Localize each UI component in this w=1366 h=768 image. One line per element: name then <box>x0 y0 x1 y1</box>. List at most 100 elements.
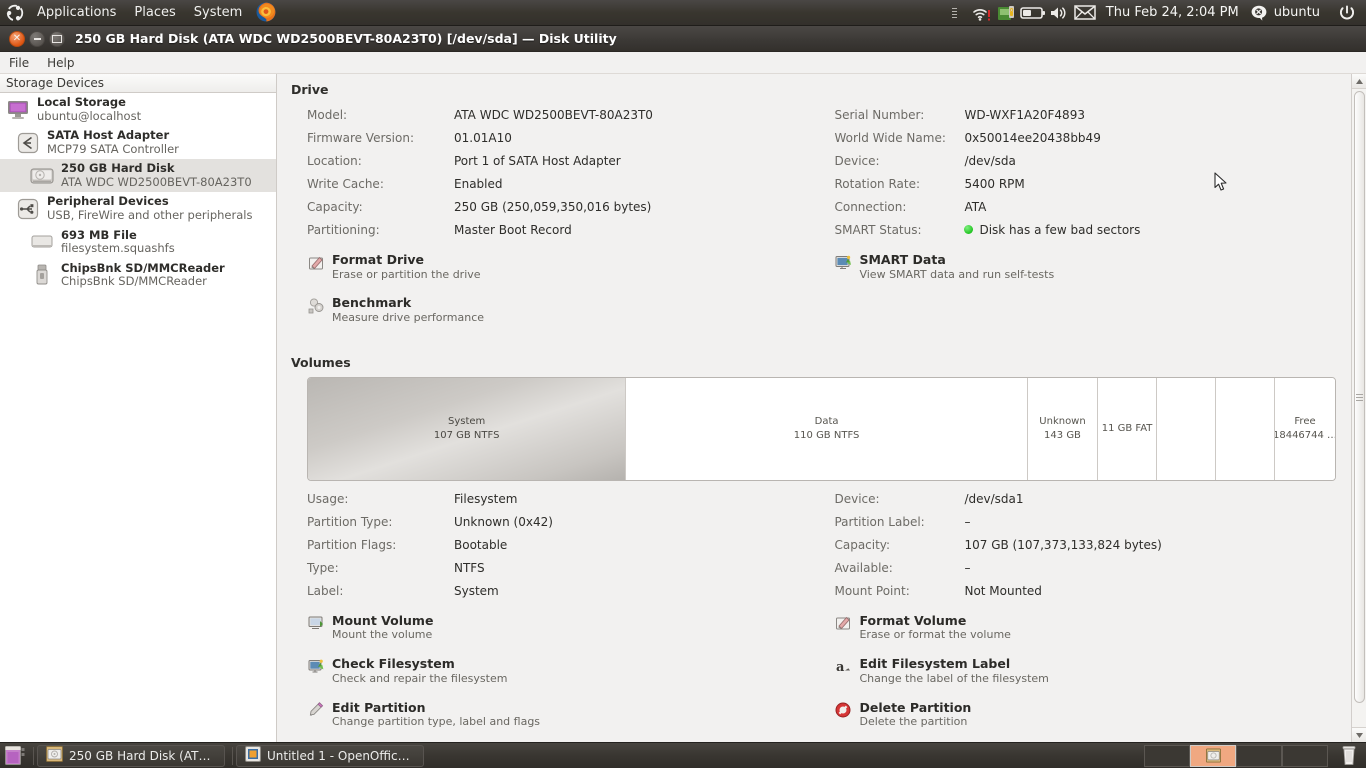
delete-partition-button[interactable]: Delete Partition Delete the partition <box>834 700 1352 729</box>
svg-text:a: a <box>836 660 845 674</box>
ubuntu-logo-icon[interactable] <box>2 0 28 26</box>
clock[interactable]: Thu Feb 24, 2:04 PM <box>1098 5 1247 20</box>
task-button-openoffice[interactable]: Untitled 1 - OpenOffic… <box>236 744 424 767</box>
volumes-bar: System 107 GB NTFS Data 110 GB NTFS Unkn… <box>307 376 1336 481</box>
sidebar-item-title: ChipsBnk SD/MMCReader <box>61 260 225 275</box>
action-sub: Measure drive performance <box>332 311 485 324</box>
smart-status-value: Disk has a few bad sectors <box>964 219 1352 242</box>
menu-help[interactable]: Help <box>38 52 83 74</box>
volume-segment-blank-1[interactable] <box>1157 377 1217 480</box>
volume-segment-unknown[interactable]: Unknown 143 GB <box>1027 377 1099 480</box>
scrollbar-track[interactable] <box>1351 89 1366 727</box>
menu-file[interactable]: File <box>0 52 38 74</box>
sidebar-item-250gb-hard-disk[interactable]: 250 GB Hard Disk ATA WDC WD2500BEVT-80A2… <box>0 159 276 193</box>
workspace-0[interactable] <box>1144 744 1190 767</box>
scroll-down-icon[interactable] <box>1351 727 1366 742</box>
action-sub: Check and repair the filesystem <box>332 671 508 685</box>
volumes-section-title: Volumes <box>291 354 351 370</box>
action-sub: Change the label of the filesystem <box>859 671 1049 685</box>
smart-status-text: Disk has a few bad sectors <box>979 223 1141 237</box>
network-manager-icon[interactable] <box>994 0 1020 26</box>
workspace-switcher[interactable] <box>1144 744 1328 767</box>
field-value: /dev/sda1 <box>964 491 1024 506</box>
volume-details-grid: Usage: Filesystem Partition Type: Unknow… <box>291 488 1352 603</box>
volume-icon[interactable] <box>1046 0 1072 26</box>
volume-info-left: Usage: Filesystem Partition Type: Unknow… <box>307 488 834 603</box>
volume-label: 11 GB FAT <box>1101 423 1153 434</box>
volume-segment-free[interactable]: Free 18446744 … <box>1275 377 1336 480</box>
show-desktop-icon[interactable] <box>3 745 27 767</box>
top-panel: Applications Places System Thu Feb 24, 2… <box>0 0 1366 26</box>
action-title: Format Drive <box>332 252 425 267</box>
action-title: Edit Filesystem Label <box>859 656 1011 672</box>
bottom-taskbar: 250 GB Hard Disk (AT… Untitled 1 - OpenO… <box>0 742 1366 768</box>
sidebar-item-693mb-file[interactable]: 693 MB File filesystem.squashfs <box>0 226 276 259</box>
mail-envelope-icon[interactable] <box>1072 0 1098 26</box>
edit-partition-button[interactable]: Edit Partition Change partition type, la… <box>307 700 834 729</box>
format-drive-button[interactable]: Format Drive Erase or partition the driv… <box>307 252 834 281</box>
window-title: 250 GB Hard Disk (ATA WDC WD2500BEVT-80A… <box>75 31 617 46</box>
sidebar-item-sub: ubuntu@localhost <box>37 108 142 123</box>
sidebar-item-chipsbnk-sd-mmcreader[interactable]: ChipsBnk SD/MMCReader ChipsBnk SD/MMCRea… <box>0 259 276 292</box>
field-value: Not Mounted <box>964 583 1042 598</box>
sidebar-item-sata-host-adapter[interactable]: SATA Host Adapter MCP79 SATA Controller <box>0 126 276 159</box>
field-label: Type: <box>307 560 339 575</box>
workspace-1[interactable] <box>1190 744 1236 767</box>
field-label: Capacity: <box>834 537 891 552</box>
storage-devices-sidebar: Storage Devices Local Storage ubuntu@loc… <box>0 74 277 742</box>
volume-segment-blank-2[interactable] <box>1216 377 1276 480</box>
workspace-2[interactable] <box>1236 744 1282 767</box>
task-button-disk-utility[interactable]: 250 GB Hard Disk (AT… <box>37 744 225 767</box>
field-label: Location: <box>307 154 362 168</box>
usb-stick-icon <box>30 263 54 287</box>
power-icon[interactable] <box>1334 0 1360 26</box>
sidebar-item-title: Peripheral Devices <box>47 194 169 209</box>
benchmark-button[interactable]: Benchmark Measure drive performance <box>307 295 834 324</box>
menu-places[interactable]: Places <box>125 0 184 26</box>
maximize-icon[interactable] <box>49 30 65 47</box>
sidebar-item-sub: MCP79 SATA Controller <box>47 141 179 156</box>
sidebar-item-sub: ChipsBnk SD/MMCReader <box>61 274 207 289</box>
sidebar-item-peripheral-devices[interactable]: Peripheral Devices USB, FireWire and oth… <box>0 192 276 225</box>
field-value: ATA WDC WD2500BEVT-80A23T0 <box>454 108 653 122</box>
drive-info-right: Serial Number: WD-WXF1A20F4893 World Wid… <box>834 104 1352 242</box>
trash-icon[interactable] <box>1336 744 1362 768</box>
field-value: Filesystem <box>454 491 518 506</box>
mount-volume-button[interactable]: Mount Volume Mount the volume <box>307 613 834 642</box>
scrollbar-thumb[interactable] <box>1353 91 1365 703</box>
volume-segment-fat[interactable]: 11 GB FAT <box>1098 377 1158 480</box>
task-label: Untitled 1 - OpenOffic… <box>267 748 410 763</box>
smart-data-button[interactable]: SMART Data View SMART data and run self-… <box>834 252 1352 281</box>
minimize-icon[interactable] <box>29 30 45 47</box>
scroll-up-icon[interactable] <box>1351 74 1366 89</box>
format-volume-button[interactable]: Format Volume Erase or format the volume <box>834 613 1352 642</box>
menu-applications[interactable]: Applications <box>28 0 125 26</box>
disk-utility-icon <box>46 746 63 765</box>
volume-segment-data[interactable]: Data 110 GB NTFS <box>626 377 1028 480</box>
main-vertical-scrollbar[interactable] <box>1351 74 1366 742</box>
sidebar-item-local-storage[interactable]: Local Storage ubuntu@localhost <box>0 93 276 126</box>
edit-filesystem-label-button[interactable]: a Edit Filesystem Label Change the label… <box>834 656 1352 685</box>
action-sub: View SMART data and run self-tests <box>859 267 1055 281</box>
field-value: /dev/sda <box>964 154 1016 168</box>
workspace-3[interactable] <box>1282 744 1328 767</box>
battery-icon[interactable] <box>1019 0 1046 26</box>
menu-system[interactable]: System <box>185 0 251 26</box>
firefox-icon[interactable] <box>255 1 279 25</box>
field-value: – <box>964 560 971 575</box>
check-filesystem-button[interactable]: Check Filesystem Check and repair the fi… <box>307 656 834 685</box>
field-value: Unknown (0x42) <box>454 514 553 529</box>
field-label: Rotation Rate: <box>834 177 921 191</box>
network-wireless-icon[interactable] <box>968 0 994 26</box>
action-title: Edit Partition <box>332 699 426 715</box>
user-name: ubuntu <box>1273 5 1320 20</box>
field-value: ATA <box>964 200 987 214</box>
close-icon[interactable]: ✕ <box>9 30 25 47</box>
me-menu[interactable]: ubuntu <box>1247 5 1334 21</box>
volume-size: 18446744 … <box>1275 429 1336 441</box>
indicator-applet-icon[interactable] <box>942 0 968 26</box>
field-value: 250 GB (250,059,350,016 bytes) <box>454 200 652 214</box>
field-value: 5400 RPM <box>964 177 1025 191</box>
volume-actions-left: Mount Volume Mount the volume Check File… <box>307 613 834 742</box>
volume-segment-system[interactable]: System 107 GB NTFS <box>308 377 627 480</box>
